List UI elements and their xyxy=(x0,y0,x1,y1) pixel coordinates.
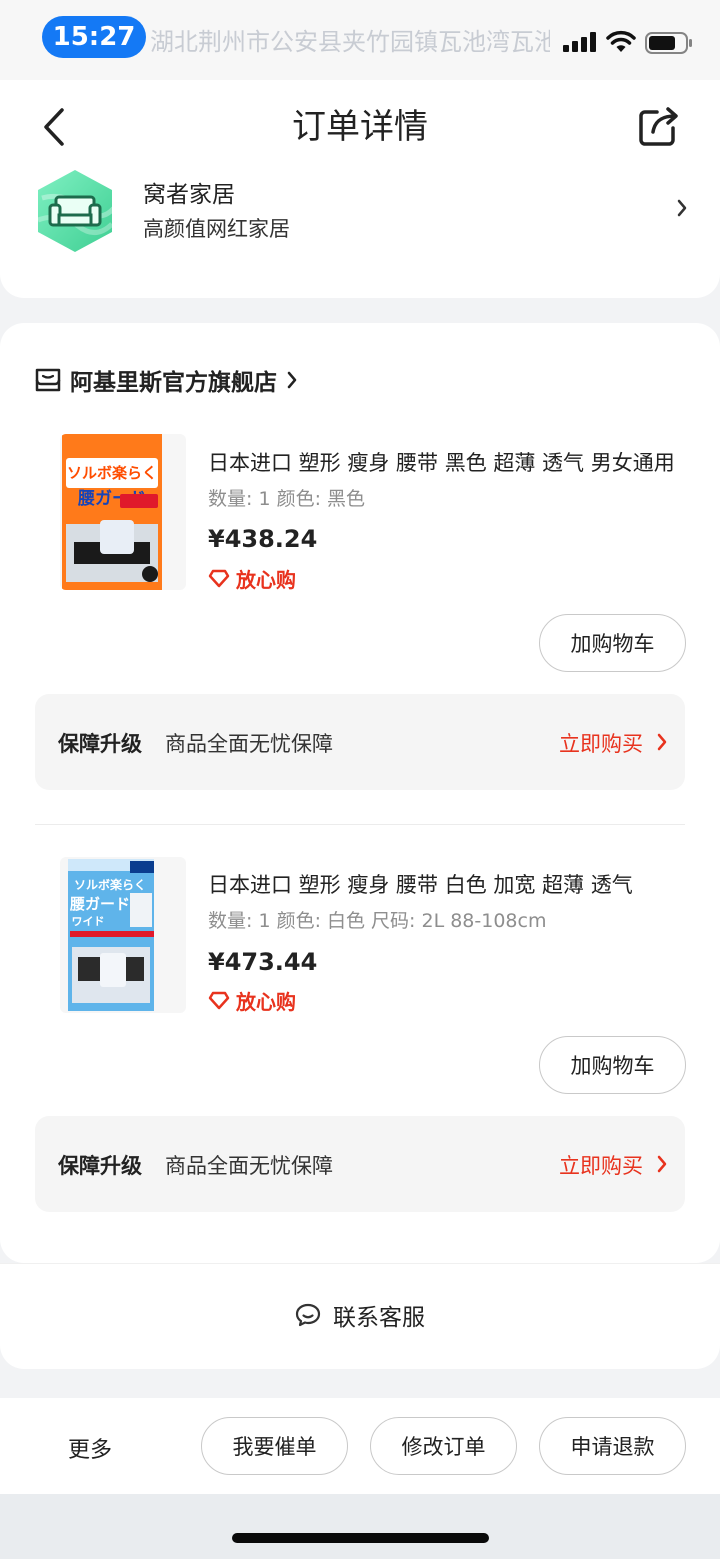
home-indicator[interactable] xyxy=(232,1533,489,1543)
image-jp-text: ソルボ楽らく xyxy=(67,464,157,482)
assure-label: 放心购 xyxy=(236,567,296,592)
add-to-cart-button[interactable]: 加购物车 xyxy=(539,614,686,672)
heart-shield-icon xyxy=(208,569,230,588)
product-image[interactable]: ソルボ楽らく 腰ガード xyxy=(60,434,186,590)
shop-row[interactable]: 阿基里斯官方旗舰店 xyxy=(34,364,297,396)
chevron-right-icon[interactable] xyxy=(657,1155,667,1173)
protection-title: 保障升级 xyxy=(58,732,142,756)
sofa-icon[interactable] xyxy=(34,168,116,254)
contact-service-button[interactable]: 联系客服 xyxy=(0,1297,720,1333)
assure-label: 放心购 xyxy=(236,989,296,1014)
product-price: ¥438.24 xyxy=(208,525,318,553)
shop-name: 阿基里斯官方旗舰店 xyxy=(70,370,277,396)
status-ghost-text: 湖北荆州市公安县夹竹园镇瓦池湾瓦池 xyxy=(150,28,550,56)
more-link[interactable]: 更多 xyxy=(68,1432,112,1464)
request-refund-button[interactable]: 申请退款 xyxy=(539,1417,686,1475)
chevron-right-icon[interactable] xyxy=(657,733,667,751)
chat-icon xyxy=(295,1303,321,1327)
protection-desc: 商品全面无忧保障 xyxy=(165,1154,333,1178)
protection-upgrade-bar[interactable]: 保障升级 商品全面无忧保障 立即购买 xyxy=(35,694,685,790)
chevron-right-icon xyxy=(287,371,297,389)
add-to-cart-button[interactable]: 加购物车 xyxy=(539,1036,686,1094)
brand-slogan: 高颜值网红家居 xyxy=(143,217,290,241)
buy-now-link[interactable]: 立即购买 xyxy=(559,1150,643,1180)
buy-now-link[interactable]: 立即购买 xyxy=(559,728,643,758)
product-title[interactable]: 日本进口 塑形 瘦身 腰带 黑色 超薄 透气 男女通用 xyxy=(208,447,678,477)
assure-badge: 放心购 xyxy=(208,565,296,592)
status-time[interactable]: 15:27 xyxy=(42,16,146,58)
product-spec: 数量: 1 颜色: 黑色 xyxy=(208,488,366,510)
share-icon[interactable] xyxy=(637,104,681,148)
battery-icon xyxy=(645,32,692,54)
signal-icon xyxy=(563,32,596,52)
brand-name[interactable]: 窝者家居 xyxy=(143,175,235,209)
product-image[interactable]: ソルボ楽らく 腰ガード ワイド xyxy=(60,857,186,1013)
heart-shield-icon xyxy=(208,991,230,1010)
protection-desc: 商品全面无忧保障 xyxy=(165,732,333,756)
product-title[interactable]: 日本进口 塑形 瘦身 腰带 白色 加宽 超薄 透气 xyxy=(208,869,678,899)
image-jp-text: ワイド xyxy=(72,915,105,928)
home-area xyxy=(0,1494,720,1559)
product-price: ¥473.44 xyxy=(208,948,318,976)
contact-service-label: 联系客服 xyxy=(333,1305,425,1331)
image-jp-text: ソルボ楽らく xyxy=(74,877,146,892)
page-title: 订单详情 xyxy=(292,107,428,147)
chevron-right-icon[interactable] xyxy=(676,198,688,218)
protection-upgrade-bar[interactable]: 保障升级 商品全面无忧保障 立即购买 xyxy=(35,1116,685,1212)
protection-title: 保障升级 xyxy=(58,1154,142,1178)
assure-badge: 放心购 xyxy=(208,987,296,1014)
divider xyxy=(35,824,685,825)
wifi-icon xyxy=(606,30,636,52)
modify-order-button[interactable]: 修改订单 xyxy=(370,1417,517,1475)
product-spec: 数量: 1 颜色: 白色 尺码: 2L 88-108cm xyxy=(208,910,547,932)
image-jp-text: 腰ガード xyxy=(69,895,130,913)
shop-icon xyxy=(35,368,61,392)
urge-order-button[interactable]: 我要催单 xyxy=(201,1417,348,1475)
